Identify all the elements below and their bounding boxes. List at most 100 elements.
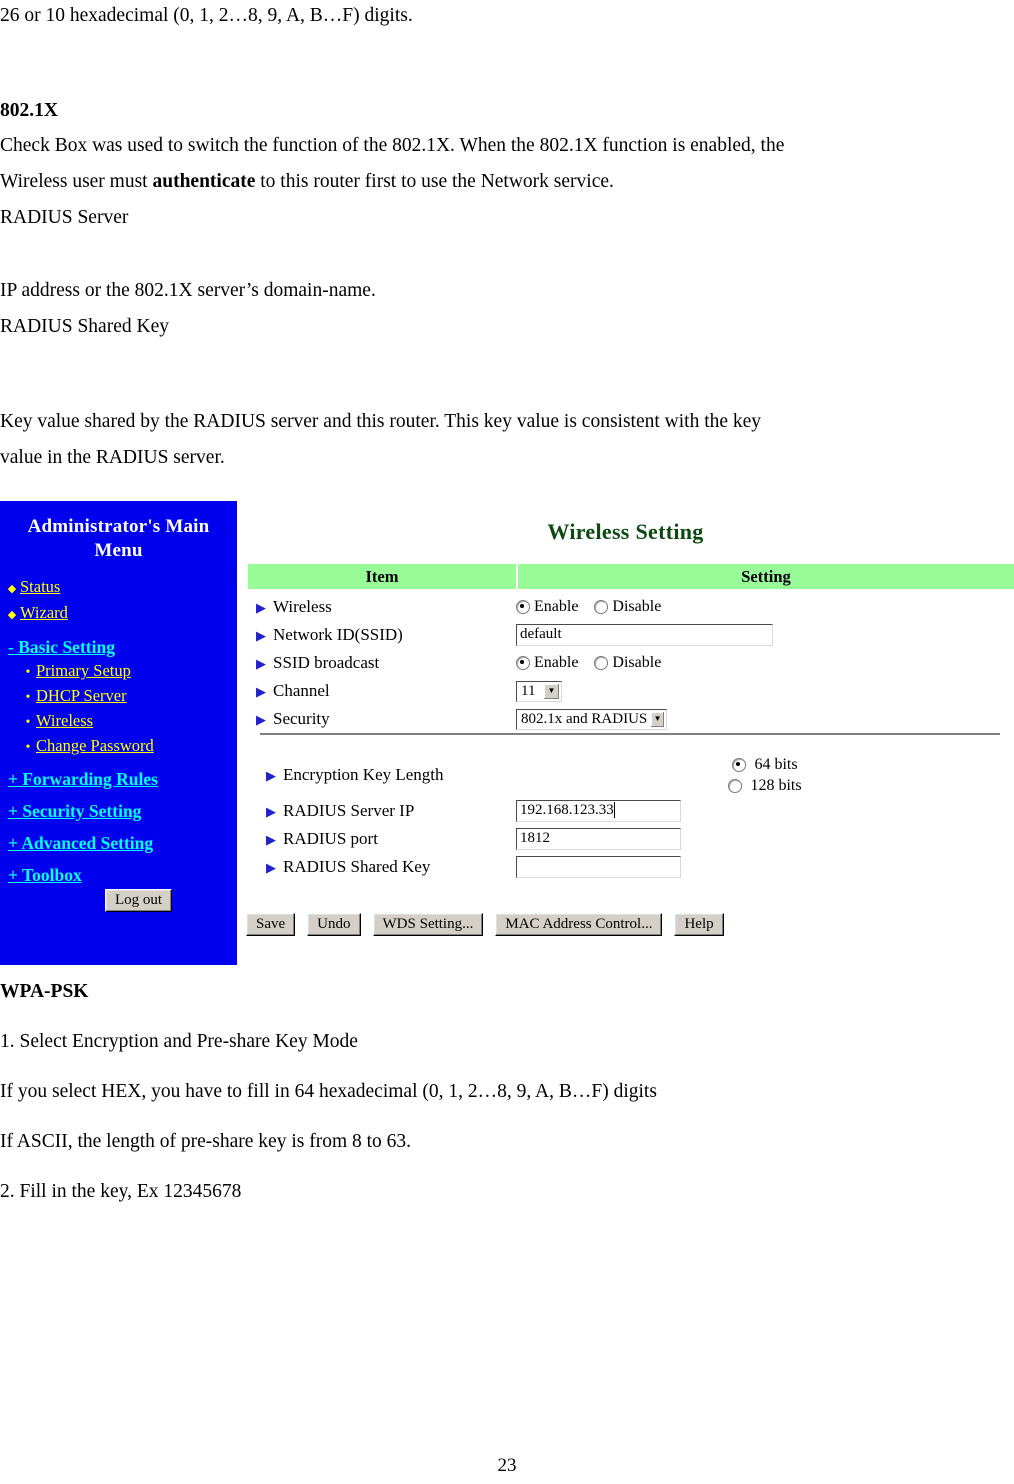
sidebar-item-change-password[interactable]: • Change Password <box>6 734 237 759</box>
help-button[interactable]: Help <box>674 913 724 936</box>
sidebar-item-advanced-setting-label: + Advanced Setting <box>8 833 154 853</box>
radio-ssid-broadcast-disable[interactable]: Disable <box>594 654 661 672</box>
row-channel-label-cell: ▶ Channel <box>248 681 516 701</box>
row-network-id-label: Network ID(SSID) <box>273 625 403 644</box>
paragraph-hex-64: If you select HEX, you have to fill in 6… <box>0 1081 657 1102</box>
document-body-lower: WPA-PSK 1. Select Encryption and Pre-sha… <box>0 979 1014 1205</box>
row-ssid-broadcast-label: SSID broadcast <box>273 653 380 672</box>
row-encryption-key-length-value-cell: 64 bits 128 bits <box>516 754 1014 796</box>
row-radius-port-label-cell: ▶ RADIUS port <box>248 829 516 849</box>
channel-select-value: 11 <box>521 682 536 699</box>
triangle-right-icon: ▶ <box>256 627 266 643</box>
paragraph-select-encryption: 1. Select Encryption and Pre-share Key M… <box>0 1031 358 1052</box>
column-header-item: Item <box>248 564 516 589</box>
security-select-value: 802.1x and RADIUS <box>521 710 648 727</box>
diamond-bullet-icon: ◆ <box>7 583 17 595</box>
sidebar-item-toolbox-label: + Toolbox <box>8 865 82 885</box>
row-channel-label: Channel <box>273 681 330 700</box>
sidebar-item-change-password-label: Change Password <box>36 736 154 755</box>
radius-server-ip-value: 192.168.123.33 <box>520 802 614 818</box>
radio-key-length-64[interactable]: 64 bits <box>732 754 798 775</box>
row-encryption-key-length: ▶ Encryption Key Length 64 bits 128 bits <box>248 753 1014 797</box>
triangle-right-icon: ▶ <box>256 683 266 699</box>
row-wireless: ▶ Wireless Enable Disable <box>248 593 1014 621</box>
triangle-right-icon: ▶ <box>256 711 266 727</box>
sidebar-item-status-label: Status <box>20 577 61 596</box>
row-radius-shared-key-label-cell: ▶ RADIUS Shared Key <box>248 857 516 877</box>
radio-off-icon <box>594 656 609 671</box>
undo-button[interactable]: Undo <box>307 913 361 936</box>
sidebar-item-advanced-setting[interactable]: + Advanced Setting <box>4 832 237 855</box>
row-security-value-cell: 802.1x and RADIUS ▼ <box>516 708 1014 730</box>
sidebar-item-primary-setup[interactable]: • Primary Setup <box>6 659 237 684</box>
radio-ssid-broadcast-enable[interactable]: Enable <box>516 654 578 672</box>
row-radius-server-ip: ▶ RADIUS Server IP 192.168.123.33 <box>248 797 1014 825</box>
sidebar-item-wizard[interactable]: ◆ Wizard <box>4 601 237 627</box>
text-wireless-user-must: Wireless user must <box>0 171 153 192</box>
triangle-right-icon: ▶ <box>266 859 276 875</box>
save-button[interactable]: Save <box>246 913 296 936</box>
chevron-down-icon: ▼ <box>651 711 664 727</box>
sidebar-item-basic-setting[interactable]: - Basic Setting <box>4 636 237 659</box>
paragraph-hex-digits: 26 or 10 hexadecimal (0, 1, 2…8, 9, A, B… <box>0 5 413 26</box>
router-admin-screenshot: Administrator's Main Menu ◆ Status ◆ Wiz… <box>0 501 1014 965</box>
radius-port-input[interactable]: 1812 <box>516 828 681 850</box>
paragraph-radius-server: RADIUS Server <box>0 207 129 228</box>
sidebar-item-toolbox[interactable]: + Toolbox <box>4 864 237 887</box>
settings-table-header: Item Setting <box>248 564 1014 589</box>
radius-server-ip-input[interactable]: 192.168.123.33 <box>516 800 681 822</box>
radio-wireless-enable[interactable]: Enable <box>516 598 578 616</box>
radio-key-length-128-label: 128 bits <box>750 776 802 794</box>
sidebar-item-wizard-label: Wizard <box>20 603 68 622</box>
document-body: 26 or 10 hexadecimal (0, 1, 2…8, 9, A, B… <box>0 0 1014 471</box>
row-wireless-label: Wireless <box>273 597 332 616</box>
sidebar-item-basic-setting-label: - Basic Setting <box>8 637 115 657</box>
radio-ssid-broadcast-disable-label: Disable <box>612 654 662 671</box>
radio-wireless-disable-label: Disable <box>612 598 662 615</box>
radio-key-length-64-label: 64 bits <box>754 755 798 773</box>
sidebar-item-forwarding-rules[interactable]: + Forwarding Rules <box>4 768 237 791</box>
sidebar-item-wireless[interactable]: • Wireless <box>6 709 237 734</box>
row-encryption-key-length-label-cell: ▶ Encryption Key Length <box>248 765 516 785</box>
sidebar-item-primary-setup-label: Primary Setup <box>36 661 131 680</box>
mac-address-control-button[interactable]: MAC Address Control... <box>495 913 663 936</box>
paragraph-checkbox-8021x: Check Box was used to switch the functio… <box>0 135 785 156</box>
heading-8021x: 802.1X <box>0 100 58 121</box>
row-security: ▶ Security 802.1x and RADIUS ▼ <box>248 705 1014 733</box>
security-select[interactable]: 802.1x and RADIUS ▼ <box>516 708 667 730</box>
row-channel: ▶ Channel 11 ▼ <box>248 677 1014 705</box>
radio-on-icon <box>516 656 530 671</box>
radio-wireless-enable-label: Enable <box>534 598 579 615</box>
row-channel-value-cell: 11 ▼ <box>516 680 1014 702</box>
sidebar-menu: ◆ Status ◆ Wizard - Basic Setting • Prim… <box>0 563 237 912</box>
column-header-setting: Setting <box>518 564 1014 589</box>
triangle-right-icon: ▶ <box>266 831 276 847</box>
radio-wireless-disable[interactable]: Disable <box>594 598 661 616</box>
channel-select[interactable]: 11 ▼ <box>516 680 562 702</box>
radio-key-length-128[interactable]: 128 bits <box>728 775 802 796</box>
paragraph-ascii-length: If ASCII, the length of pre-share key is… <box>0 1131 412 1152</box>
radius-shared-key-input[interactable] <box>516 856 681 878</box>
radio-on-icon <box>516 600 530 615</box>
sidebar-item-security-setting[interactable]: + Security Setting <box>4 800 237 823</box>
row-network-id-value-cell: default <box>516 624 1014 646</box>
row-radius-shared-key-value-cell <box>516 856 1014 878</box>
radio-off-icon <box>594 600 609 615</box>
wireless-setting-panel: Wireless Setting Item Setting ▶ Wireless… <box>237 501 1014 965</box>
text-router-network-service: to this router first to use the Network … <box>255 171 614 192</box>
radius-settings-rows: ▶ Encryption Key Length 64 bits 128 bits… <box>248 753 1014 881</box>
row-ssid-broadcast: ▶ SSID broadcast Enable Disable <box>248 649 1014 677</box>
action-buttons: Save Undo WDS Setting... MAC Address Con… <box>246 913 724 936</box>
row-ssid-broadcast-value-cell: Enable Disable <box>516 654 1014 672</box>
sidebar-item-dhcp-server[interactable]: • DHCP Server <box>6 684 237 709</box>
wds-setting-button[interactable]: WDS Setting... <box>372 913 484 936</box>
sidebar-item-status[interactable]: ◆ Status <box>4 575 237 601</box>
paragraph-value-in-radius: value in the RADIUS server. <box>0 447 225 468</box>
dot-bullet-icon: • <box>25 665 31 680</box>
ssid-input[interactable]: default <box>516 624 773 646</box>
paragraph-key-value-shared: Key value shared by the RADIUS server an… <box>0 411 762 432</box>
logout-button[interactable]: Log out <box>104 889 173 912</box>
sidebar-item-forwarding-rules-label: + Forwarding Rules <box>8 769 158 789</box>
section-divider <box>260 733 1000 735</box>
row-radius-server-ip-label: RADIUS Server IP <box>283 801 415 820</box>
